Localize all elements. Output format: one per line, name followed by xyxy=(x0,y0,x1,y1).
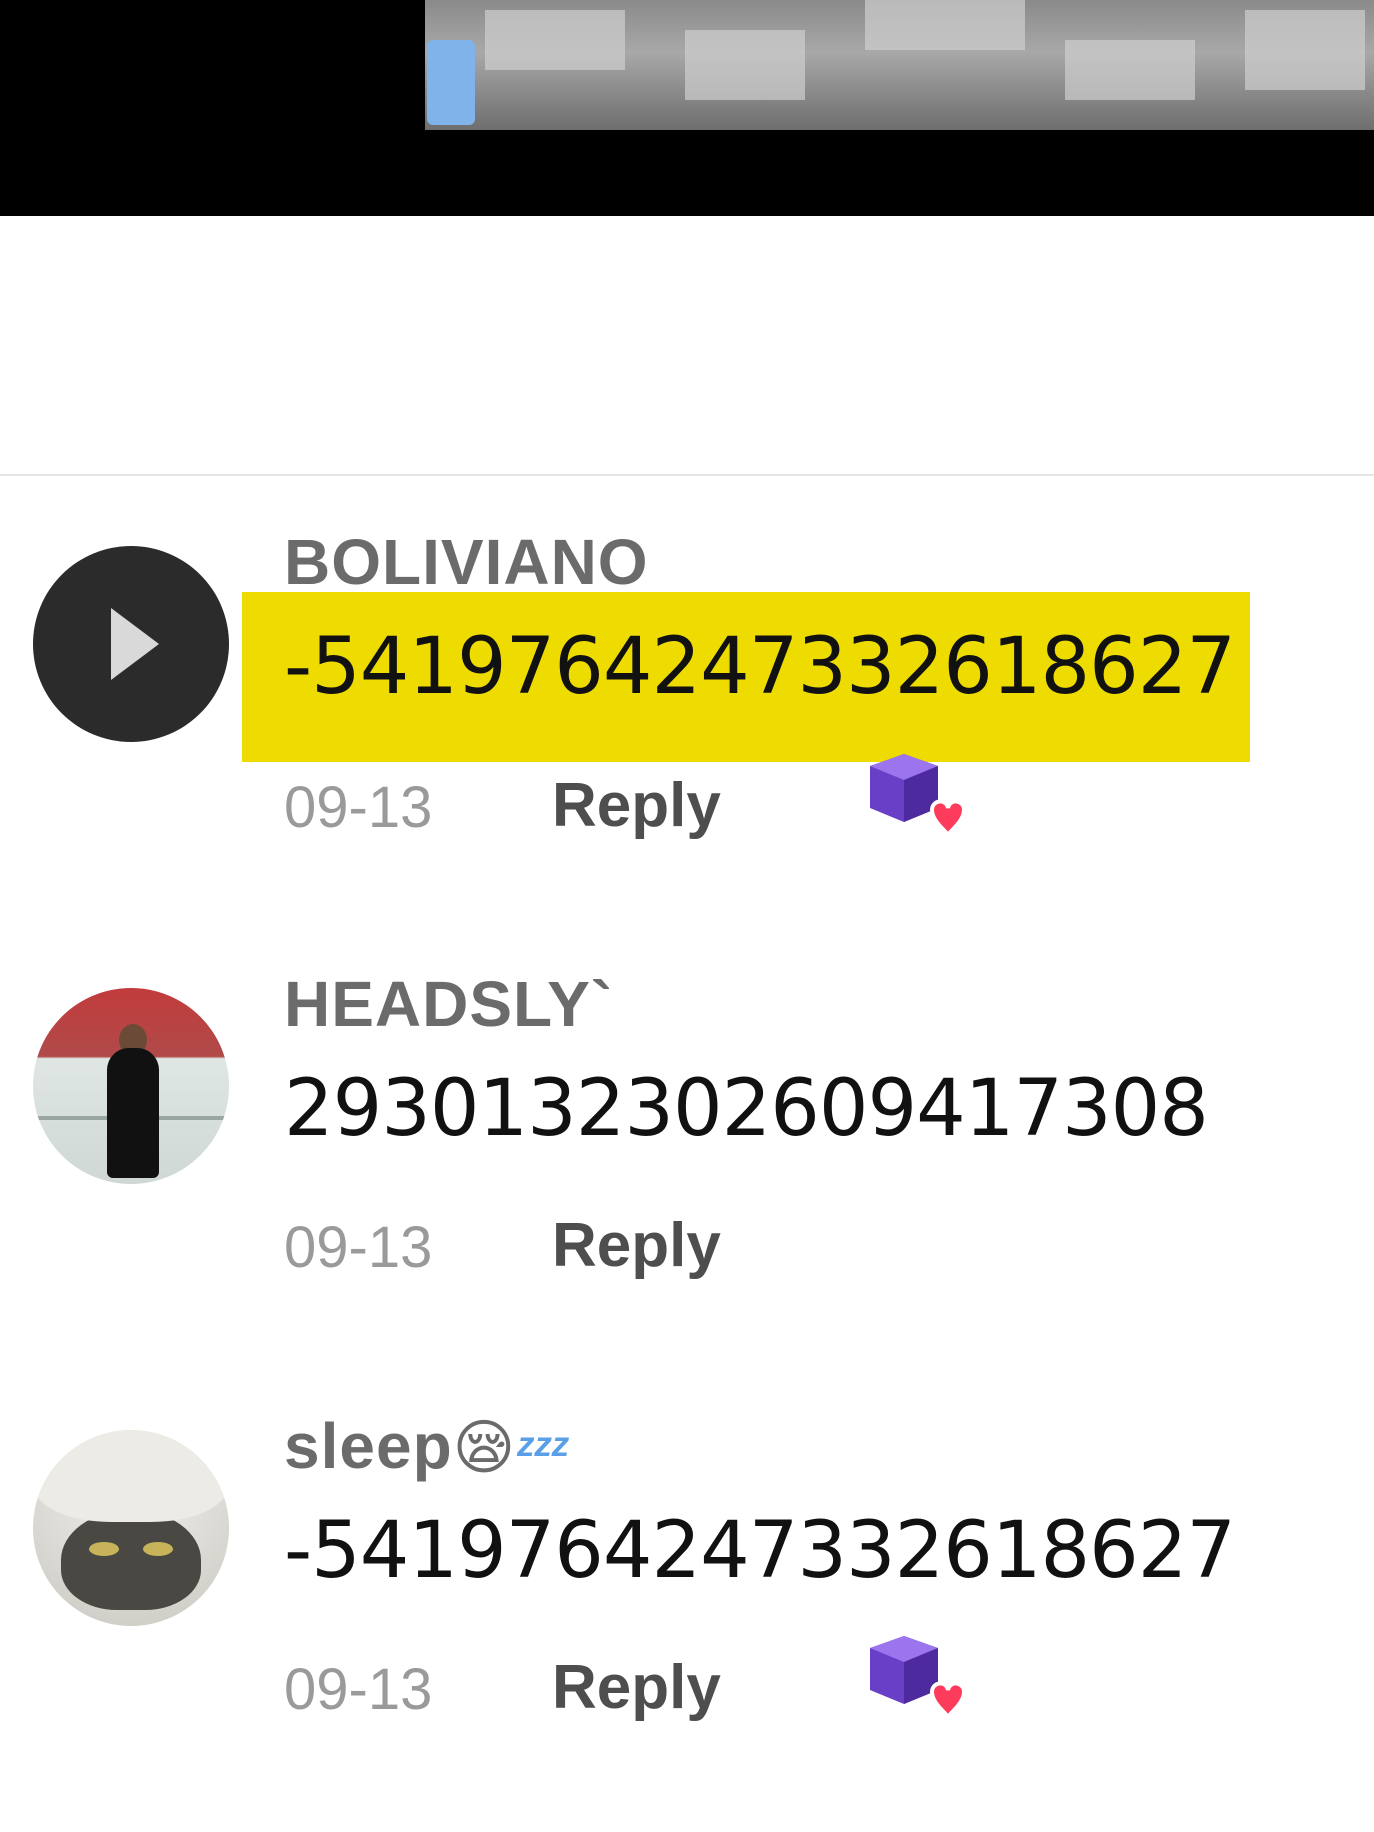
comment-date: 09-13 xyxy=(284,1215,433,1280)
comment-text: -5419764247332618627 xyxy=(284,1506,1236,1596)
comment-item: sleep😪ᶻᶻᶻ -5419764247332618627 09-13 Rep… xyxy=(0,0,1374,1722)
comment-username[interactable]: sleep😪ᶻᶻᶻ xyxy=(284,1409,568,1483)
play-icon xyxy=(111,608,159,680)
zzz-icon: ᶻᶻᶻ xyxy=(516,1423,569,1479)
comment-username[interactable]: HEADSLY` xyxy=(284,967,613,1041)
comment-date: 09-13 xyxy=(284,775,433,840)
avatar[interactable] xyxy=(33,546,229,742)
comment-text: -5419764247332618627 xyxy=(284,622,1236,712)
avatar[interactable] xyxy=(33,988,229,1184)
comment-text: 2930132302609417308 xyxy=(284,1064,1209,1154)
avatar[interactable] xyxy=(33,1430,229,1626)
comments-divider xyxy=(0,474,1374,476)
purple-cube-heart-icon xyxy=(870,754,966,837)
reply-button[interactable]: Reply xyxy=(552,770,721,841)
reply-button[interactable]: Reply xyxy=(552,1652,721,1723)
comment-date: 09-13 xyxy=(284,1657,433,1722)
sleepy-face-icon: 😪 xyxy=(452,1414,517,1481)
comment-username[interactable]: BOLIVIANO xyxy=(284,525,649,599)
purple-cube-heart-icon xyxy=(870,1636,966,1719)
username-text: sleep xyxy=(284,1410,453,1482)
reply-button[interactable]: Reply xyxy=(552,1210,721,1281)
